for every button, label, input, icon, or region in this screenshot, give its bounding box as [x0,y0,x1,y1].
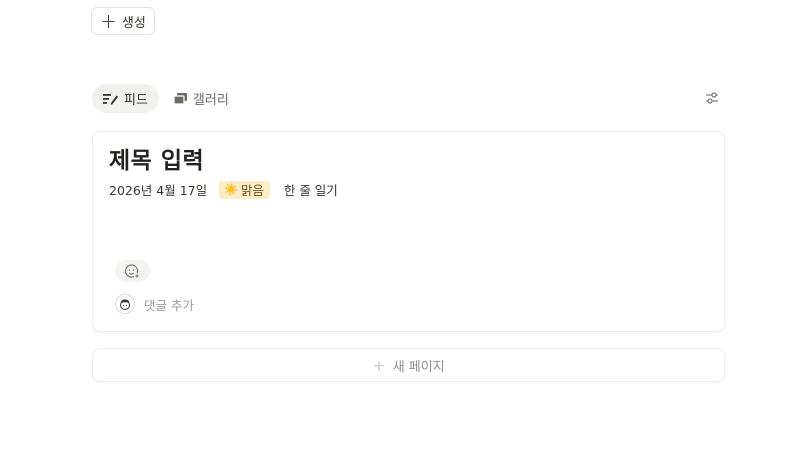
tab-gallery[interactable]: 갤러리 [163,84,240,113]
add-reaction-icon [124,263,140,279]
tab-gallery-label: 갤러리 [192,93,229,108]
diary-card[interactable]: 제목 입력 2026년 4월 17일 ☀️ 맑음 한 줄 일기 댓글 추가 [92,131,725,332]
entry-title[interactable]: 제목 입력 [109,141,204,175]
create-button[interactable]: + 생성 [91,7,155,35]
new-page-label: 새 페이지 [392,359,445,375]
feed-icon [103,93,118,105]
tab-feed-label: 피드 [124,93,148,108]
view-tabs: 피드 갤러리 [92,84,240,113]
entry-date: 2026년 4월 17일 [109,183,208,198]
weather-tag: ☀️ 맑음 [219,180,270,199]
plus-icon: + [372,355,386,375]
plus-icon: + [100,9,117,33]
new-page-button[interactable]: + 새 페이지 [92,348,725,382]
avatar [115,294,135,314]
gallery-icon [173,92,187,105]
comment-input[interactable]: 댓글 추가 [144,295,194,314]
comment-row[interactable]: 댓글 추가 [115,294,194,314]
page: + 생성 피드 갤러리 제목 입력 2026년 4월 17일 ☀️ 맑음 한 줄… [0,0,800,450]
tab-feed[interactable]: 피드 [92,84,159,113]
add-reaction-button[interactable] [115,260,150,282]
sun-icon: ☀️ [224,183,238,196]
weather-label: 맑음 [240,183,264,198]
entry-properties: 2026년 4월 17일 ☀️ 맑음 한 줄 일기 [109,180,338,199]
create-label: 생성 [121,15,146,31]
entry-summary: 한 줄 일기 [283,183,338,198]
avatar-face-icon [120,299,130,310]
sliders-icon[interactable] [703,89,721,107]
